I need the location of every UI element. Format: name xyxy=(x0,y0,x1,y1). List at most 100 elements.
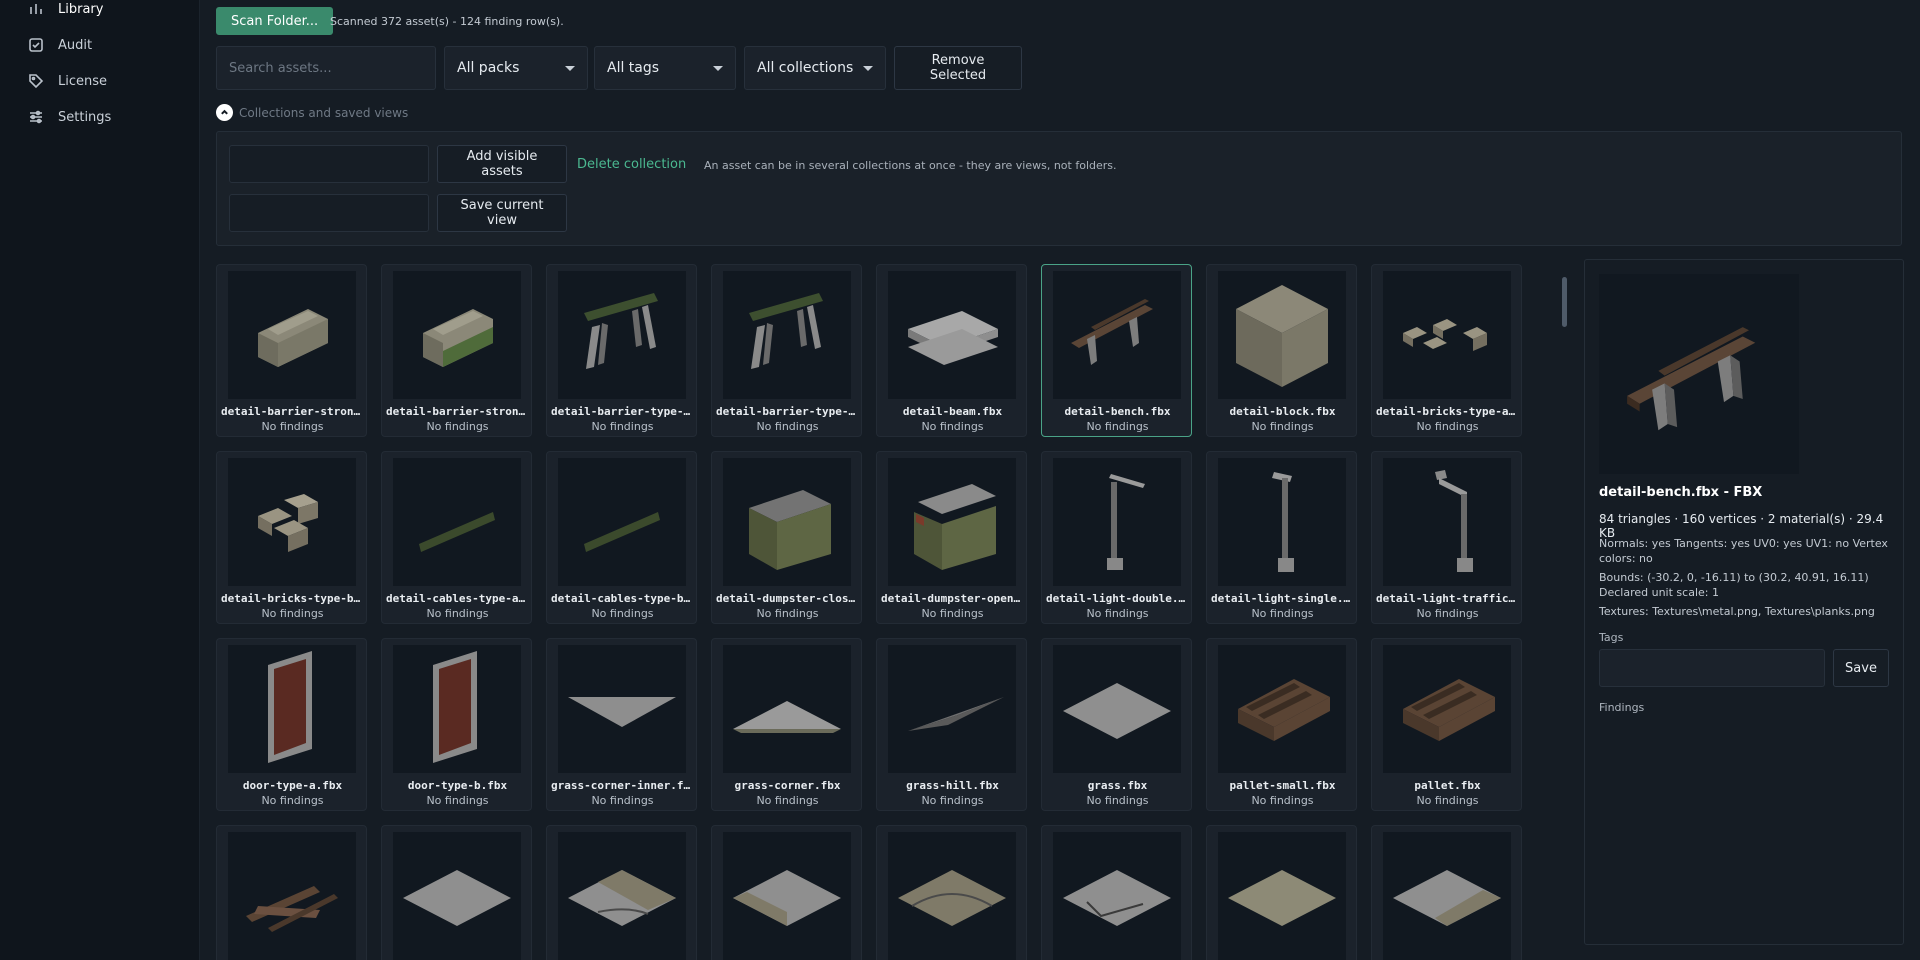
grid-scrollbar[interactable] xyxy=(1562,277,1567,327)
asset-card[interactable]: detail-bricks-type-a.fbx No findings xyxy=(1371,264,1522,437)
tag-icon xyxy=(29,74,44,89)
tags-select[interactable]: All tags xyxy=(594,46,736,90)
asset-card[interactable]: door-type-b.fbx No findings xyxy=(381,638,532,811)
asset-thumbnail xyxy=(393,645,521,773)
asset-thumbnail-image xyxy=(749,490,831,570)
sidebar-item-license[interactable]: License xyxy=(28,70,107,92)
asset-thumbnail-image xyxy=(584,293,658,369)
sidebar-item-library[interactable]: Library xyxy=(28,0,103,20)
asset-thumbnail-image xyxy=(1236,285,1328,387)
asset-thumbnail-image xyxy=(423,309,493,367)
asset-name: detail-bricks-type-b.fbx xyxy=(221,592,364,605)
collection-name-input[interactable] xyxy=(229,145,429,183)
asset-status: No findings xyxy=(756,794,819,807)
asset-card[interactable]: detail-bricks-type-b.fbx No findings xyxy=(216,451,367,624)
asset-name: detail-bricks-type-a.fbx xyxy=(1376,405,1519,418)
asset-thumbnail-image xyxy=(258,494,318,552)
asset-thumbnail-image xyxy=(246,886,338,932)
asset-status: No findings xyxy=(591,420,654,433)
collections-select[interactable]: All collections xyxy=(744,46,886,90)
asset-thumbnail-image xyxy=(1107,474,1145,570)
delete-collection-link[interactable]: Delete collection xyxy=(577,157,686,172)
asset-card[interactable]: detail-barrier-type-b.fbx No findings xyxy=(711,264,862,437)
asset-thumbnail xyxy=(888,458,1016,586)
asset-name: pallet.fbx xyxy=(1414,779,1481,792)
asset-card[interactable]: detail-light-traffic.fbx No findings xyxy=(1371,451,1522,624)
asset-card[interactable]: detail-barrier-type-a.fbx No findings xyxy=(546,264,697,437)
asset-thumbnail xyxy=(1053,832,1181,960)
asset-status: No findings xyxy=(1416,794,1479,807)
asset-card[interactable]: detail-cables-type-b.fbx No findings xyxy=(546,451,697,624)
asset-thumbnail-image xyxy=(733,701,841,733)
asset-card[interactable]: grass-hill.fbx No findings xyxy=(876,638,1027,811)
view-name-input[interactable] xyxy=(229,194,429,232)
asset-thumbnail-image xyxy=(1435,470,1473,572)
asset-card[interactable] xyxy=(216,825,367,960)
asset-preview xyxy=(1599,274,1799,474)
asset-thumbnail xyxy=(1383,832,1511,960)
asset-thumbnail xyxy=(228,645,356,773)
asset-thumbnail-image xyxy=(1063,870,1171,926)
asset-card[interactable]: detail-bench.fbx No findings xyxy=(1041,264,1192,437)
asset-status: No findings xyxy=(591,607,654,620)
tags-input[interactable] xyxy=(1599,649,1825,687)
asset-thumbnail xyxy=(228,458,356,586)
scan-folder-button[interactable]: Scan Folder... xyxy=(216,7,334,35)
asset-card[interactable]: pallet-small.fbx No findings xyxy=(1206,638,1357,811)
asset-card[interactable] xyxy=(1206,825,1357,960)
asset-card[interactable] xyxy=(546,825,697,960)
asset-card[interactable]: detail-light-double.fbx No findings xyxy=(1041,451,1192,624)
asset-card[interactable] xyxy=(1371,825,1522,960)
sidebar-item-label: License xyxy=(58,73,108,89)
asset-card[interactable]: detail-light-single.fbx No findings xyxy=(1206,451,1357,624)
asset-card[interactable]: grass-corner-inner.fbx No findings xyxy=(546,638,697,811)
asset-card[interactable]: detail-barrier-strong-type-a.fbx No findi… xyxy=(216,264,367,437)
asset-card[interactable] xyxy=(381,825,532,960)
asset-name: detail-light-double.fbx xyxy=(1046,592,1189,605)
sidebar-item-label: Settings xyxy=(58,109,112,125)
remove-selected-button[interactable]: Remove Selected xyxy=(894,46,1022,90)
asset-thumbnail-image xyxy=(898,870,1006,926)
asset-thumbnail xyxy=(1053,645,1181,773)
add-visible-assets-button[interactable]: Add visible assets xyxy=(437,145,567,183)
save-tags-button[interactable]: Save xyxy=(1833,649,1889,687)
sidebar-item-label: Library xyxy=(58,1,104,17)
asset-card[interactable] xyxy=(711,825,862,960)
asset-thumbnail-image xyxy=(584,512,660,552)
asset-thumbnail xyxy=(1383,458,1511,586)
save-current-view-button[interactable]: Save current view xyxy=(437,194,567,232)
asset-thumbnail-image xyxy=(403,870,511,926)
search-input[interactable] xyxy=(216,46,436,90)
asset-card[interactable] xyxy=(1041,825,1192,960)
asset-name: detail-block.fbx xyxy=(1229,405,1336,418)
asset-card[interactable]: detail-dumpster-open.fbx No findings xyxy=(876,451,1027,624)
asset-card[interactable]: pallet.fbx No findings xyxy=(1371,638,1522,811)
asset-textures: Textures: Textures\metal.png, Textures\p… xyxy=(1599,605,1875,618)
asset-card[interactable]: grass.fbx No findings xyxy=(1041,638,1192,811)
app-window: Library Audit License Settings Scan Fold… xyxy=(0,0,1920,960)
asset-status: No findings xyxy=(1086,420,1149,433)
collections-toggle[interactable]: Collections and saved views xyxy=(216,104,408,121)
asset-flags: Normals: yes Tangents: yes UV0: yes UV1:… xyxy=(1599,537,1888,565)
asset-bounds: Bounds: (-30.2, 0, -16.11) to (30.2, 40.… xyxy=(1599,571,1869,599)
asset-grid: detail-barrier-strong-type-a.fbx No findi… xyxy=(216,264,1566,960)
asset-card[interactable]: detail-cables-type-a.fbx No findings xyxy=(381,451,532,624)
sidebar-item-settings[interactable]: Settings xyxy=(28,106,111,128)
asset-card[interactable]: detail-dumpster-closed.fbx No findings xyxy=(711,451,862,624)
asset-thumbnail-image xyxy=(908,697,1004,731)
asset-card[interactable] xyxy=(876,825,1027,960)
sliders-icon xyxy=(30,110,42,124)
asset-thumbnail-image xyxy=(433,651,477,763)
asset-card[interactable]: detail-barrier-strong-type-b.fbx No findi… xyxy=(381,264,532,437)
asset-thumbnail xyxy=(558,645,686,773)
asset-card[interactable]: detail-block.fbx No findings xyxy=(1206,264,1357,437)
packs-select[interactable]: All packs xyxy=(444,46,588,90)
asset-thumbnail-image xyxy=(914,484,996,570)
asset-name: detail-cables-type-a.fbx xyxy=(386,592,529,605)
asset-card[interactable]: door-type-a.fbx No findings xyxy=(216,638,367,811)
asset-thumbnail xyxy=(888,645,1016,773)
asset-card[interactable]: detail-beam.fbx No findings xyxy=(876,264,1027,437)
asset-card[interactable]: grass-corner.fbx No findings xyxy=(711,638,862,811)
sidebar-item-audit[interactable]: Audit xyxy=(28,34,92,56)
asset-name: grass-corner.fbx xyxy=(734,779,841,792)
